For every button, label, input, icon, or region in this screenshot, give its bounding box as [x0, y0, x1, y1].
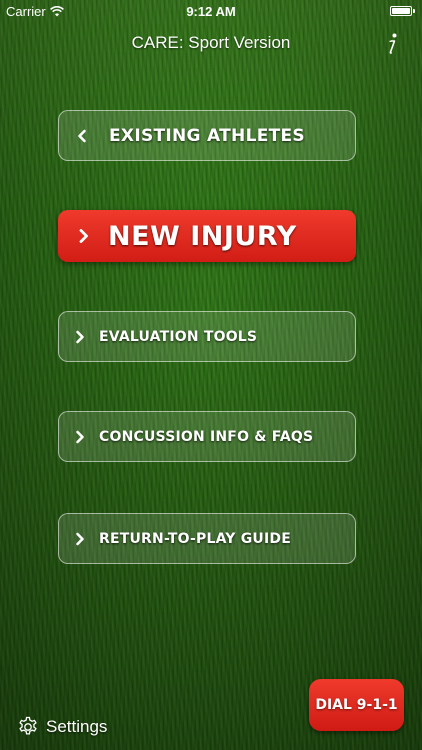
dial-911-button[interactable]: DIAL 9-1-1	[309, 679, 404, 731]
status-bar: Carrier 9:12 AM	[0, 0, 422, 22]
chevron-right-icon	[76, 430, 84, 443]
existing-athletes-label: EXISTING ATHLETES	[109, 125, 305, 146]
chevron-right-icon	[76, 532, 84, 545]
nav-bar: CARE: Sport Version	[0, 22, 422, 66]
new-injury-button[interactable]: NEW INJURY	[58, 210, 356, 262]
return-to-play-button[interactable]: RETURN-TO-PLAY GUIDE	[58, 513, 356, 564]
evaluation-tools-button[interactable]: EVALUATION TOOLS	[58, 311, 356, 362]
chevron-right-icon	[76, 330, 84, 343]
status-time: 9:12 AM	[186, 4, 236, 19]
page-title: CARE: Sport Version	[131, 33, 291, 52]
evaluation-tools-label: EVALUATION TOOLS	[99, 328, 258, 345]
chevron-right-icon	[79, 229, 88, 243]
info-icon[interactable]	[382, 32, 400, 56]
settings-button[interactable]: Settings	[16, 715, 107, 739]
gear-icon	[19, 716, 37, 735]
chevron-left-icon	[78, 129, 86, 142]
new-injury-label: NEW INJURY	[108, 220, 297, 252]
return-to-play-label: RETURN-TO-PLAY GUIDE	[99, 530, 291, 547]
concussion-info-button[interactable]: CONCUSSION INFO & FAQS	[58, 411, 356, 462]
settings-label: Settings	[46, 717, 108, 736]
concussion-info-label: CONCUSSION INFO & FAQS	[99, 428, 314, 445]
existing-athletes-button[interactable]: EXISTING ATHLETES	[58, 110, 356, 161]
battery-icon	[390, 6, 415, 16]
dial-911-label: DIAL 9-1-1	[315, 697, 398, 713]
